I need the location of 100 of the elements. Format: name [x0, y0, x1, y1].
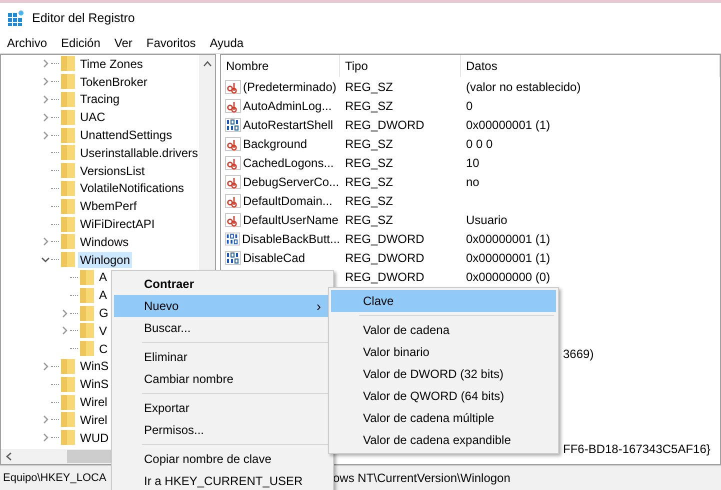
menu-item[interactable]: Eliminar [114, 346, 331, 368]
folder-icon [61, 394, 75, 410]
chevron-right-icon[interactable] [41, 433, 50, 442]
tree-item[interactable]: UAC [78, 109, 108, 126]
tree-item[interactable]: Time Zones [78, 56, 145, 72]
chevron-right-icon[interactable] [41, 415, 50, 424]
menu-item[interactable]: Contraer [114, 272, 331, 294]
tree-item[interactable]: WbemPerf [78, 198, 139, 214]
value-name[interactable]: DefaultDomain... [243, 194, 332, 208]
value-type: REG_SZ [344, 80, 394, 94]
value-data: 3669) [563, 346, 594, 361]
string-value-icon [225, 156, 241, 170]
menu-item[interactable]: Buscar... [114, 316, 331, 338]
value-data: 0 0 0 [466, 136, 493, 151]
value-name[interactable]: DisableBackButt... [242, 232, 340, 246]
menu-item[interactable]: Nuevo › [114, 294, 331, 316]
chevron-right-icon[interactable] [41, 237, 50, 246]
tree-item[interactable]: WinS [78, 376, 111, 392]
menu-item[interactable]: Valor de cadena expandible [331, 429, 556, 451]
tree-item[interactable]: G [97, 305, 110, 322]
tree-item[interactable]: V [97, 322, 110, 339]
tree-item[interactable]: A [97, 269, 110, 286]
folder-icon [61, 252, 75, 268]
tree-item[interactable]: VolatileNotifications [78, 180, 186, 196]
chevron-right-icon[interactable] [41, 94, 50, 104]
menu-item[interactable]: Valor de cadena múltiple [331, 407, 556, 429]
scroll-up-icon[interactable] [202, 61, 212, 67]
menu-item[interactable]: Edición [61, 36, 100, 50]
binary-value-icon [225, 118, 241, 132]
string-value-icon [225, 194, 241, 208]
status-path: Equipo\HKEY_LOCA [3, 472, 106, 484]
chevron-right-icon[interactable] [41, 77, 50, 86]
value-type: REG_DWORD [344, 232, 426, 246]
value-type: REG_SZ [344, 98, 394, 113]
value-data: 0x00000001 (1) [466, 251, 550, 266]
menu-item[interactable]: Valor de QWORD (64 bits) [331, 385, 556, 407]
value-name[interactable]: CachedLogons... [243, 156, 334, 170]
tree-item[interactable]: VersionsList [78, 162, 147, 179]
string-value-icon [225, 136, 241, 151]
tree-item[interactable]: Windows [78, 234, 131, 250]
menu-item[interactable]: Ver [114, 36, 132, 50]
menu-item[interactable]: Valor binario [331, 341, 556, 363]
window-title: Editor del Registro [32, 11, 135, 25]
tree-item[interactable]: C [97, 340, 110, 357]
menu-item[interactable]: Favoritos [146, 36, 196, 50]
tree-item[interactable]: A [97, 287, 110, 304]
folder-icon [61, 216, 75, 232]
tree-item[interactable]: Wirel [78, 412, 110, 428]
column-header[interactable]: Datos [461, 55, 720, 77]
menu-item[interactable]: Exportar [114, 396, 331, 418]
value-type: REG_SZ [344, 213, 394, 228]
chevron-right-icon[interactable] [41, 130, 50, 140]
menu-item[interactable]: Valor de cadena [331, 319, 556, 341]
menu-item[interactable]: Permisos... [114, 418, 331, 440]
chevron-right-icon[interactable] [41, 59, 50, 68]
chevron-right-icon[interactable] [41, 112, 50, 122]
menu-item[interactable]: Archivo [7, 36, 48, 50]
folder-icon [61, 110, 75, 125]
tree-item[interactable]: TokenBroker [78, 74, 150, 90]
menu-item[interactable]: Ir a HKEY_CURRENT_USER [114, 470, 331, 490]
menu-item[interactable]: Valor de DWORD (32 bits) [331, 363, 556, 385]
chevron-down-icon[interactable] [41, 255, 50, 264]
menu-item[interactable]: Clave [331, 290, 556, 312]
value-name[interactable]: Background [243, 136, 308, 151]
scroll-left-icon[interactable] [6, 452, 12, 461]
chevron-right-icon[interactable] [41, 362, 50, 371]
folder-icon [80, 306, 94, 321]
value-data: 0x00000001 (1) [466, 118, 550, 132]
tree-item[interactable]: Userinstallable.drivers [78, 144, 200, 161]
folder-icon [61, 128, 75, 143]
tree-item[interactable]: Tracing [78, 91, 122, 108]
tree-item[interactable]: Wirel [78, 394, 110, 410]
submenu-arrow: › [316, 298, 321, 314]
folder-icon [61, 358, 75, 374]
menu-item[interactable]: Cambiar nombre [114, 368, 331, 390]
value-data: FF6-BD18-167343C5AF16} [563, 442, 710, 456]
value-name[interactable]: AutoAdminLog... [243, 98, 332, 113]
column-header[interactable]: Nombre [221, 55, 340, 77]
value-name[interactable]: DefaultUserName [243, 213, 338, 228]
tree-item[interactable]: WiFiDirectAPI [78, 216, 157, 232]
folder-icon [80, 341, 94, 356]
string-value-icon [225, 98, 241, 113]
value-name[interactable]: DebugServerCo... [243, 175, 340, 190]
folder-icon [80, 288, 94, 303]
value-name[interactable]: (Predeterminado) [243, 80, 336, 94]
tree-item[interactable]: UnattendSettings [78, 127, 174, 144]
value-data: 0x00000001 (1) [466, 232, 550, 246]
tree-item[interactable]: WinS [78, 358, 111, 374]
menu-item[interactable]: Copiar nombre de clave [114, 448, 331, 470]
chevron-right-icon[interactable] [60, 326, 69, 336]
value-name[interactable]: AutoRestartShell [243, 118, 334, 132]
value-type: REG_DWORD [345, 270, 424, 284]
menu-item[interactable]: Ayuda [210, 36, 244, 50]
tree-item[interactable]: WUD [78, 430, 111, 446]
value-name[interactable]: DisableCad [243, 251, 306, 266]
value-type: REG_SZ [344, 194, 394, 208]
chevron-right-icon[interactable] [60, 308, 69, 318]
column-header[interactable]: Tipo [340, 55, 461, 77]
value-type: REG_SZ [344, 175, 394, 190]
tree-item[interactable]: Winlogon [78, 252, 132, 268]
